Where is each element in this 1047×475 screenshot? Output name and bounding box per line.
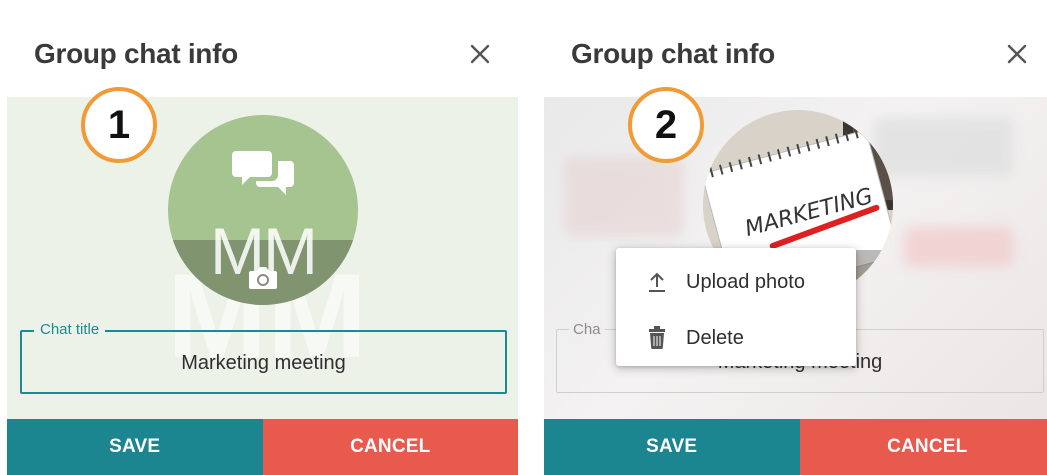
background-blur-blob bbox=[564, 157, 684, 237]
photo-options-menu: Upload photo Delete bbox=[616, 248, 856, 366]
upload-icon bbox=[646, 270, 668, 294]
chat-title-label: Chat title bbox=[34, 321, 106, 338]
dialog-title: Group chat info bbox=[34, 38, 238, 69]
menu-item-label: Delete bbox=[686, 326, 744, 349]
group-chat-icon bbox=[232, 151, 294, 195]
dialog-footer: SAVE CANCEL bbox=[544, 419, 1047, 475]
dialog-footer: SAVE CANCEL bbox=[7, 419, 518, 475]
step-badge: 2 bbox=[628, 87, 704, 163]
cancel-button[interactable]: CANCEL bbox=[262, 419, 518, 475]
close-button[interactable] bbox=[462, 36, 498, 72]
trash-icon bbox=[646, 326, 668, 350]
dialog-header: Group chat info bbox=[544, 8, 1047, 97]
group-avatar[interactable]: MM bbox=[168, 115, 358, 305]
menu-item-upload-photo[interactable]: Upload photo bbox=[616, 254, 856, 310]
save-button[interactable]: SAVE bbox=[7, 419, 263, 475]
menu-item-delete[interactable]: Delete bbox=[616, 310, 856, 366]
dialog-title: Group chat info bbox=[571, 38, 775, 69]
close-icon bbox=[1007, 44, 1027, 64]
chat-title-field[interactable]: Chat title Marketing meeting bbox=[20, 321, 507, 394]
background-blur-blob bbox=[904, 227, 1014, 267]
dialog-header: Group chat info bbox=[7, 8, 518, 97]
group-chat-info-dialog: Group chat info 2 MARKETING Cha Upload p… bbox=[544, 8, 1047, 475]
group-chat-info-dialog: Group chat info MM 1 MM Chat title Marke… bbox=[7, 8, 518, 475]
background-blur-blob bbox=[874, 117, 1014, 177]
cancel-button[interactable]: CANCEL bbox=[799, 419, 1047, 475]
chat-title-label: Cha bbox=[569, 321, 605, 338]
save-button[interactable]: SAVE bbox=[544, 419, 800, 475]
chat-title-value[interactable]: Marketing meeting bbox=[22, 352, 505, 375]
step-badge: 1 bbox=[81, 87, 157, 163]
camera-icon[interactable] bbox=[248, 265, 278, 291]
close-icon bbox=[470, 44, 490, 64]
menu-item-label: Upload photo bbox=[686, 270, 805, 293]
close-button[interactable] bbox=[999, 36, 1035, 72]
